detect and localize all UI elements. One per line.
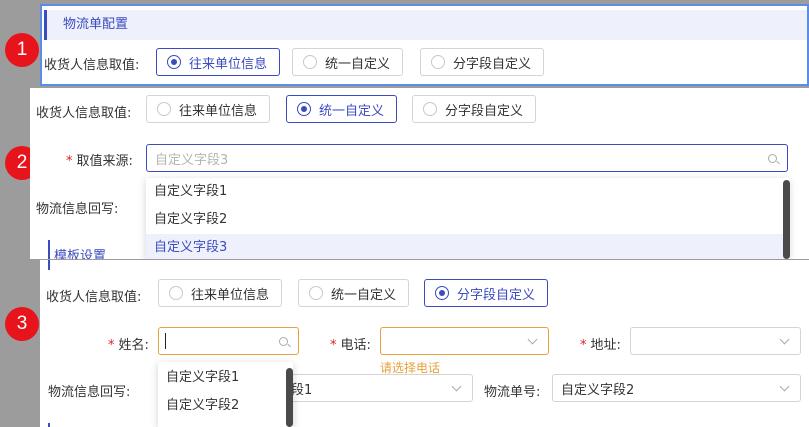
tracking-number-select[interactable]: 自定义字段2 (552, 374, 801, 402)
dropdown-scrollbar[interactable] (286, 368, 293, 427)
value-source-label: * 取值来源: (66, 154, 133, 169)
radio-partner-info[interactable]: 往来单位信息 (158, 279, 283, 307)
radio-checked-icon (435, 286, 449, 300)
text-cursor (165, 333, 166, 349)
panel-step-2: 收货人信息取值: 往来单位信息 统一自定义 分字段自定义 * 取值来源: 自定义字… (30, 88, 809, 259)
radio-unified-custom[interactable]: 统一自定义 (286, 95, 398, 123)
dropdown-option[interactable]: 自定义字段1 (146, 178, 789, 206)
address-label: * 地址: (580, 338, 621, 353)
phone-label: * 电话: (330, 338, 371, 353)
step-marker-3: 3 (5, 307, 39, 341)
dropdown-option[interactable]: 自定义字段2 (146, 206, 789, 234)
radio-checked-icon (167, 55, 181, 69)
radio-per-field-custom[interactable]: 分字段自定义 (424, 279, 549, 307)
search-icon (768, 153, 777, 163)
radio-unified-custom[interactable]: 统一自定义 (292, 48, 404, 76)
dropdown-option[interactable]: 自定义字段2 (158, 392, 293, 420)
chevron-down-icon (527, 334, 538, 344)
consignee-source-label: 收货人信息取值: (46, 290, 142, 305)
step-marker-1: 1 (5, 33, 39, 67)
address-select[interactable] (630, 327, 801, 355)
section-accent-bar (48, 423, 50, 427)
value-source-select[interactable]: 自定义字段3 (146, 144, 788, 172)
phone-select[interactable] (380, 327, 549, 355)
section-accent-bar (48, 240, 50, 259)
radio-unchecked-icon (423, 102, 437, 116)
logistics-writeback-label: 物流信息回写: (48, 385, 131, 400)
name-label: * 姓名: (108, 338, 149, 353)
name-dropdown: 自定义字段1 自定义字段2 (158, 362, 293, 427)
radio-checked-icon (297, 102, 311, 116)
consignee-source-label: 收货人信息取值: (44, 58, 140, 73)
chevron-down-icon (779, 334, 790, 344)
radio-unchecked-icon (169, 286, 183, 300)
tracking-number-label: 物流单号: (484, 385, 541, 400)
chevron-down-icon (451, 381, 462, 391)
dropdown-option[interactable]: 自定义字段1 (158, 364, 293, 392)
panel-step-1: 物流单配置 收货人信息取值: 往来单位信息 统一自定义 分字段自定义 (40, 4, 809, 86)
tracking-number-value: 自定义字段2 (561, 382, 635, 398)
panel-step-3: 收货人信息取值: 往来单位信息 统一自定义 分字段自定义 * 姓名: * 电话: 请… (40, 260, 809, 427)
radio-partner-info[interactable]: 往来单位信息 (156, 48, 281, 76)
radio-unchecked-icon (309, 286, 323, 300)
radio-unchecked-icon (303, 55, 317, 69)
name-select[interactable] (158, 327, 299, 355)
chevron-down-icon (779, 381, 790, 391)
value-source-dropdown: 自定义字段1 自定义字段2 自定义字段3 (146, 178, 790, 259)
section-accent-bar (48, 260, 50, 270)
radio-per-field-custom[interactable]: 分字段自定义 (412, 95, 537, 123)
dropdown-option-selected[interactable]: 自定义字段3 (146, 234, 789, 259)
value-source-text: 自定义字段3 (155, 152, 229, 168)
search-icon (279, 336, 288, 346)
radio-unchecked-icon (431, 55, 445, 69)
consignee-source-label: 收货人信息取值: (36, 106, 132, 121)
section-title-template-settings: 模板设置 (54, 249, 107, 259)
radio-unified-custom[interactable]: 统一自定义 (298, 279, 410, 307)
radio-partner-info[interactable]: 往来单位信息 (146, 95, 271, 123)
radio-per-field-custom[interactable]: 分字段自定义 (420, 48, 545, 76)
section-title-logistics-config: 物流单配置 (44, 10, 807, 40)
logistics-writeback-label: 物流信息回写: (36, 202, 119, 217)
radio-unchecked-icon (157, 102, 171, 116)
dropdown-scrollbar[interactable] (783, 180, 790, 259)
